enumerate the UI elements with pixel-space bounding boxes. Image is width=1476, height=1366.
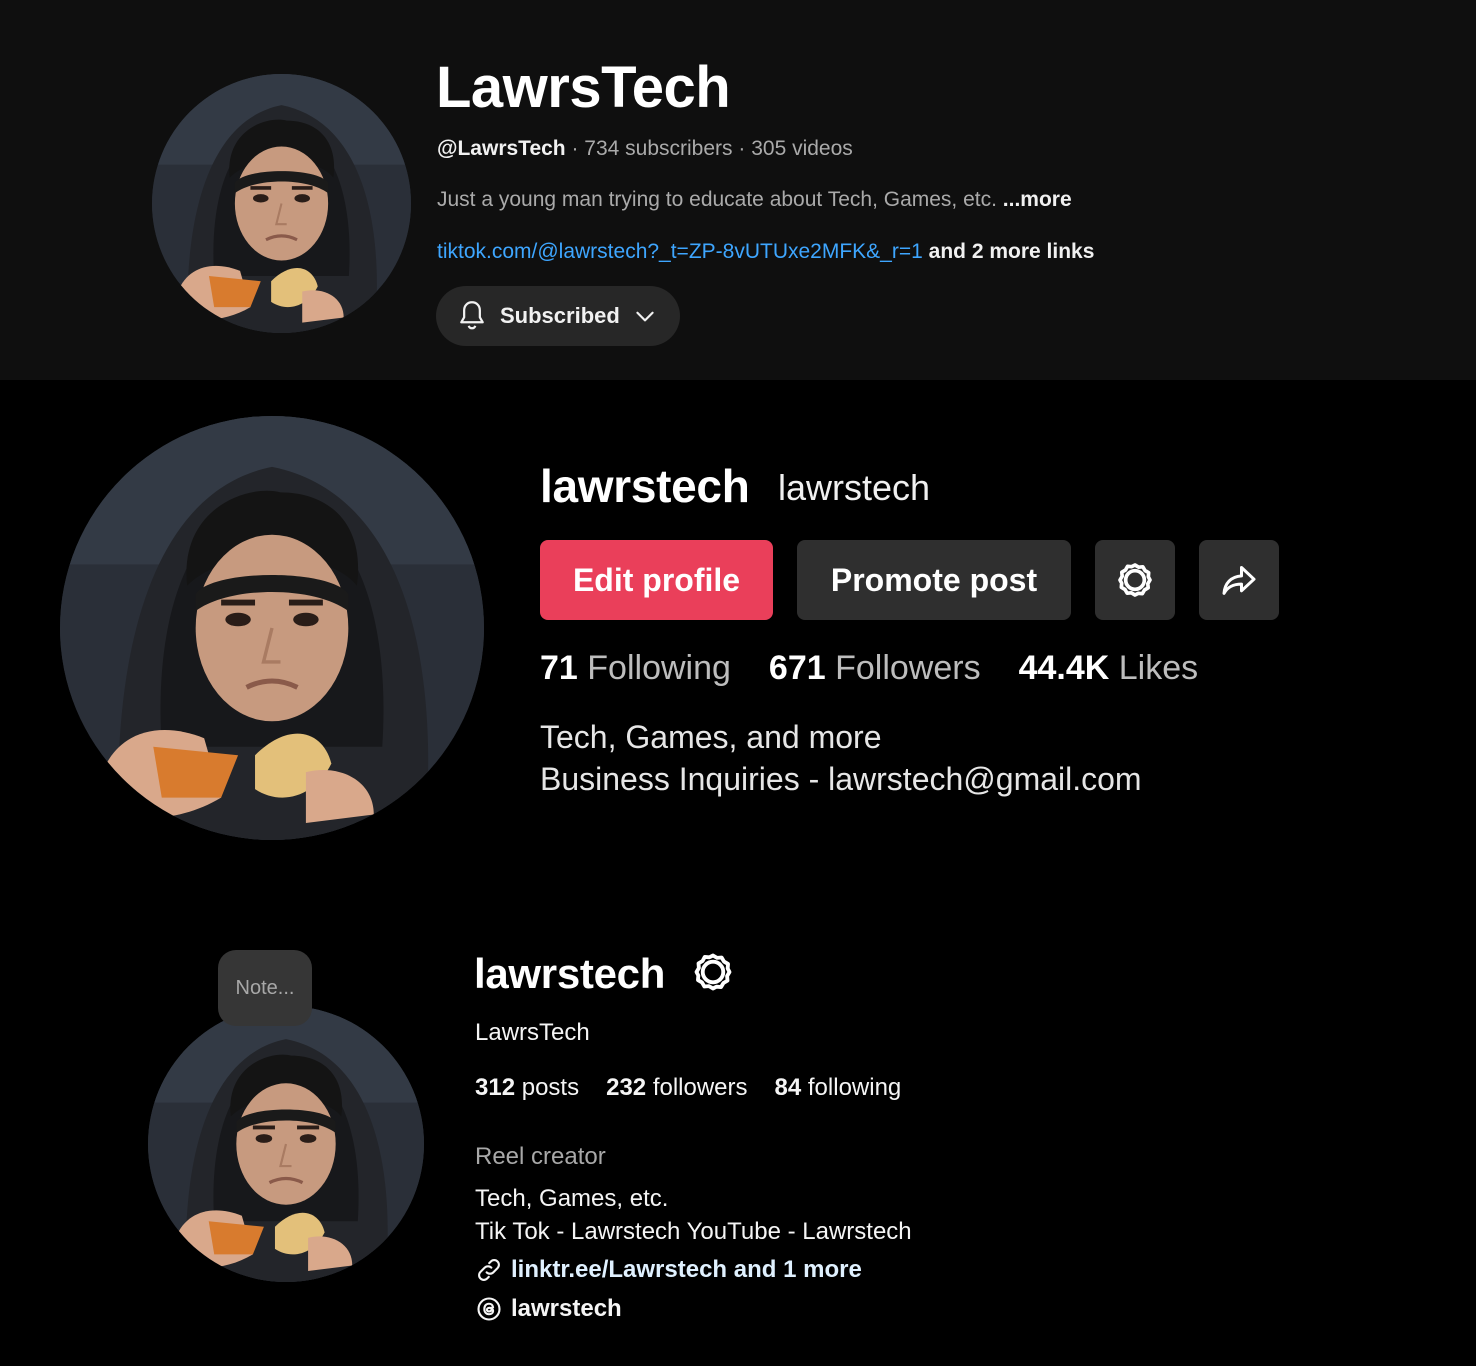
instagram-full-name: LawrsTech [475, 1019, 590, 1046]
channel-link[interactable]: tiktok.com/@lawrstech?_t=ZP-8vUTUxe2MFK&… [437, 240, 923, 263]
channel-description[interactable]: Just a young man trying to educate about… [437, 187, 1072, 213]
subscribed-label: Subscribed [500, 303, 620, 328]
instagram-username: lawrstech [474, 950, 666, 997]
subscriber-count: 734 subscribers [584, 137, 733, 160]
following-label: following [807, 1074, 902, 1101]
posts-stat: 312 posts [475, 1074, 579, 1101]
share-button[interactable] [1199, 540, 1279, 620]
instagram-link[interactable]: linktr.ee/Lawrstech and 1 more [475, 1255, 862, 1285]
posts-label: posts [521, 1074, 580, 1101]
bell-icon [460, 301, 484, 330]
following-count: 84 [774, 1074, 802, 1101]
likes-label: Likes [1118, 649, 1199, 687]
likes-stat: 44.4K Likes [1019, 649, 1199, 687]
more-links-button[interactable]: and 2 more links [929, 240, 1095, 263]
promote-post-button[interactable]: Promote post [797, 540, 1071, 620]
description-text: Just a young man trying to educate about… [437, 188, 997, 211]
note-bubble[interactable]: Note... [218, 950, 312, 1026]
link-text: linktr.ee/Lawrstech and 1 more [511, 1256, 862, 1283]
tiktok-username: lawrstech [540, 460, 750, 512]
channel-meta: @LawrsTech · 734 subscribers · 305 video… [437, 136, 853, 162]
following-stat[interactable]: 84 following [775, 1074, 902, 1101]
video-count: 305 videos [751, 137, 853, 160]
threads-icon [477, 1297, 501, 1321]
meta-separator: · [565, 137, 585, 160]
followers-stat[interactable]: 671 Followers [769, 649, 981, 687]
youtube-channel-header: LawrsTech @LawrsTech · 734 subscribers ·… [0, 0, 1476, 380]
instagram-category: Reel creator [475, 1143, 606, 1170]
avatar-image [60, 416, 484, 840]
likes-count: 44.4K [1018, 649, 1110, 687]
bio-line: Tech, Games, and more [540, 719, 882, 755]
gear-icon[interactable] [691, 950, 735, 994]
channel-name: LawrsTech [436, 55, 731, 120]
followers-label: followers [652, 1074, 748, 1101]
edit-profile-button[interactable]: Edit profile [540, 540, 773, 620]
instagram-avatar[interactable] [148, 1006, 424, 1282]
threads-handle: lawrstech [511, 1295, 622, 1322]
bio-line: Business Inquiries - lawrstech@gmail.com [540, 761, 1142, 797]
link-icon [478, 1259, 500, 1281]
instagram-stats: 312 posts 232 followers 84 following [475, 1073, 901, 1103]
bio-line: Tik Tok - Lawrstech YouTube - Lawrstech [475, 1218, 912, 1245]
threads-link[interactable]: lawrstech [475, 1294, 622, 1324]
subscribed-button[interactable]: Subscribed [436, 286, 680, 346]
following-stat[interactable]: 71 Following [540, 649, 731, 687]
bio-line: Tech, Games, etc. [475, 1185, 669, 1212]
settings-button[interactable] [1095, 540, 1175, 620]
gear-icon [1118, 563, 1152, 597]
avatar-image [152, 74, 411, 333]
avatar-image [148, 1006, 424, 1282]
tiktok-stats: 71 Following 671 Followers 44.4K Likes [540, 646, 1198, 690]
following-count: 71 [540, 649, 578, 687]
followers-count: 232 [606, 1074, 647, 1101]
followers-label: Followers [835, 649, 981, 687]
tiktok-avatar[interactable] [60, 416, 484, 840]
channel-handle: @LawrsTech [437, 137, 566, 160]
meta-separator: · [732, 137, 752, 160]
tiktok-nickname: lawrstech [778, 467, 931, 508]
posts-count: 312 [475, 1074, 516, 1101]
followers-stat[interactable]: 232 followers [606, 1074, 747, 1101]
channel-links: tiktok.com/@lawrstech?_t=ZP-8vUTUxe2MFK&… [437, 239, 1094, 265]
instagram-bio: Tech, Games, etc. Tik Tok - Lawrstech Yo… [475, 1182, 912, 1248]
youtube-avatar[interactable] [152, 74, 411, 333]
followers-count: 671 [768, 649, 826, 687]
tiktok-bio: Tech, Games, and more Business Inquiries… [540, 716, 1142, 800]
more-button[interactable]: ...more [1003, 188, 1072, 211]
share-icon [1222, 566, 1256, 595]
chevron-down-icon [636, 311, 654, 322]
following-label: Following [587, 649, 731, 687]
